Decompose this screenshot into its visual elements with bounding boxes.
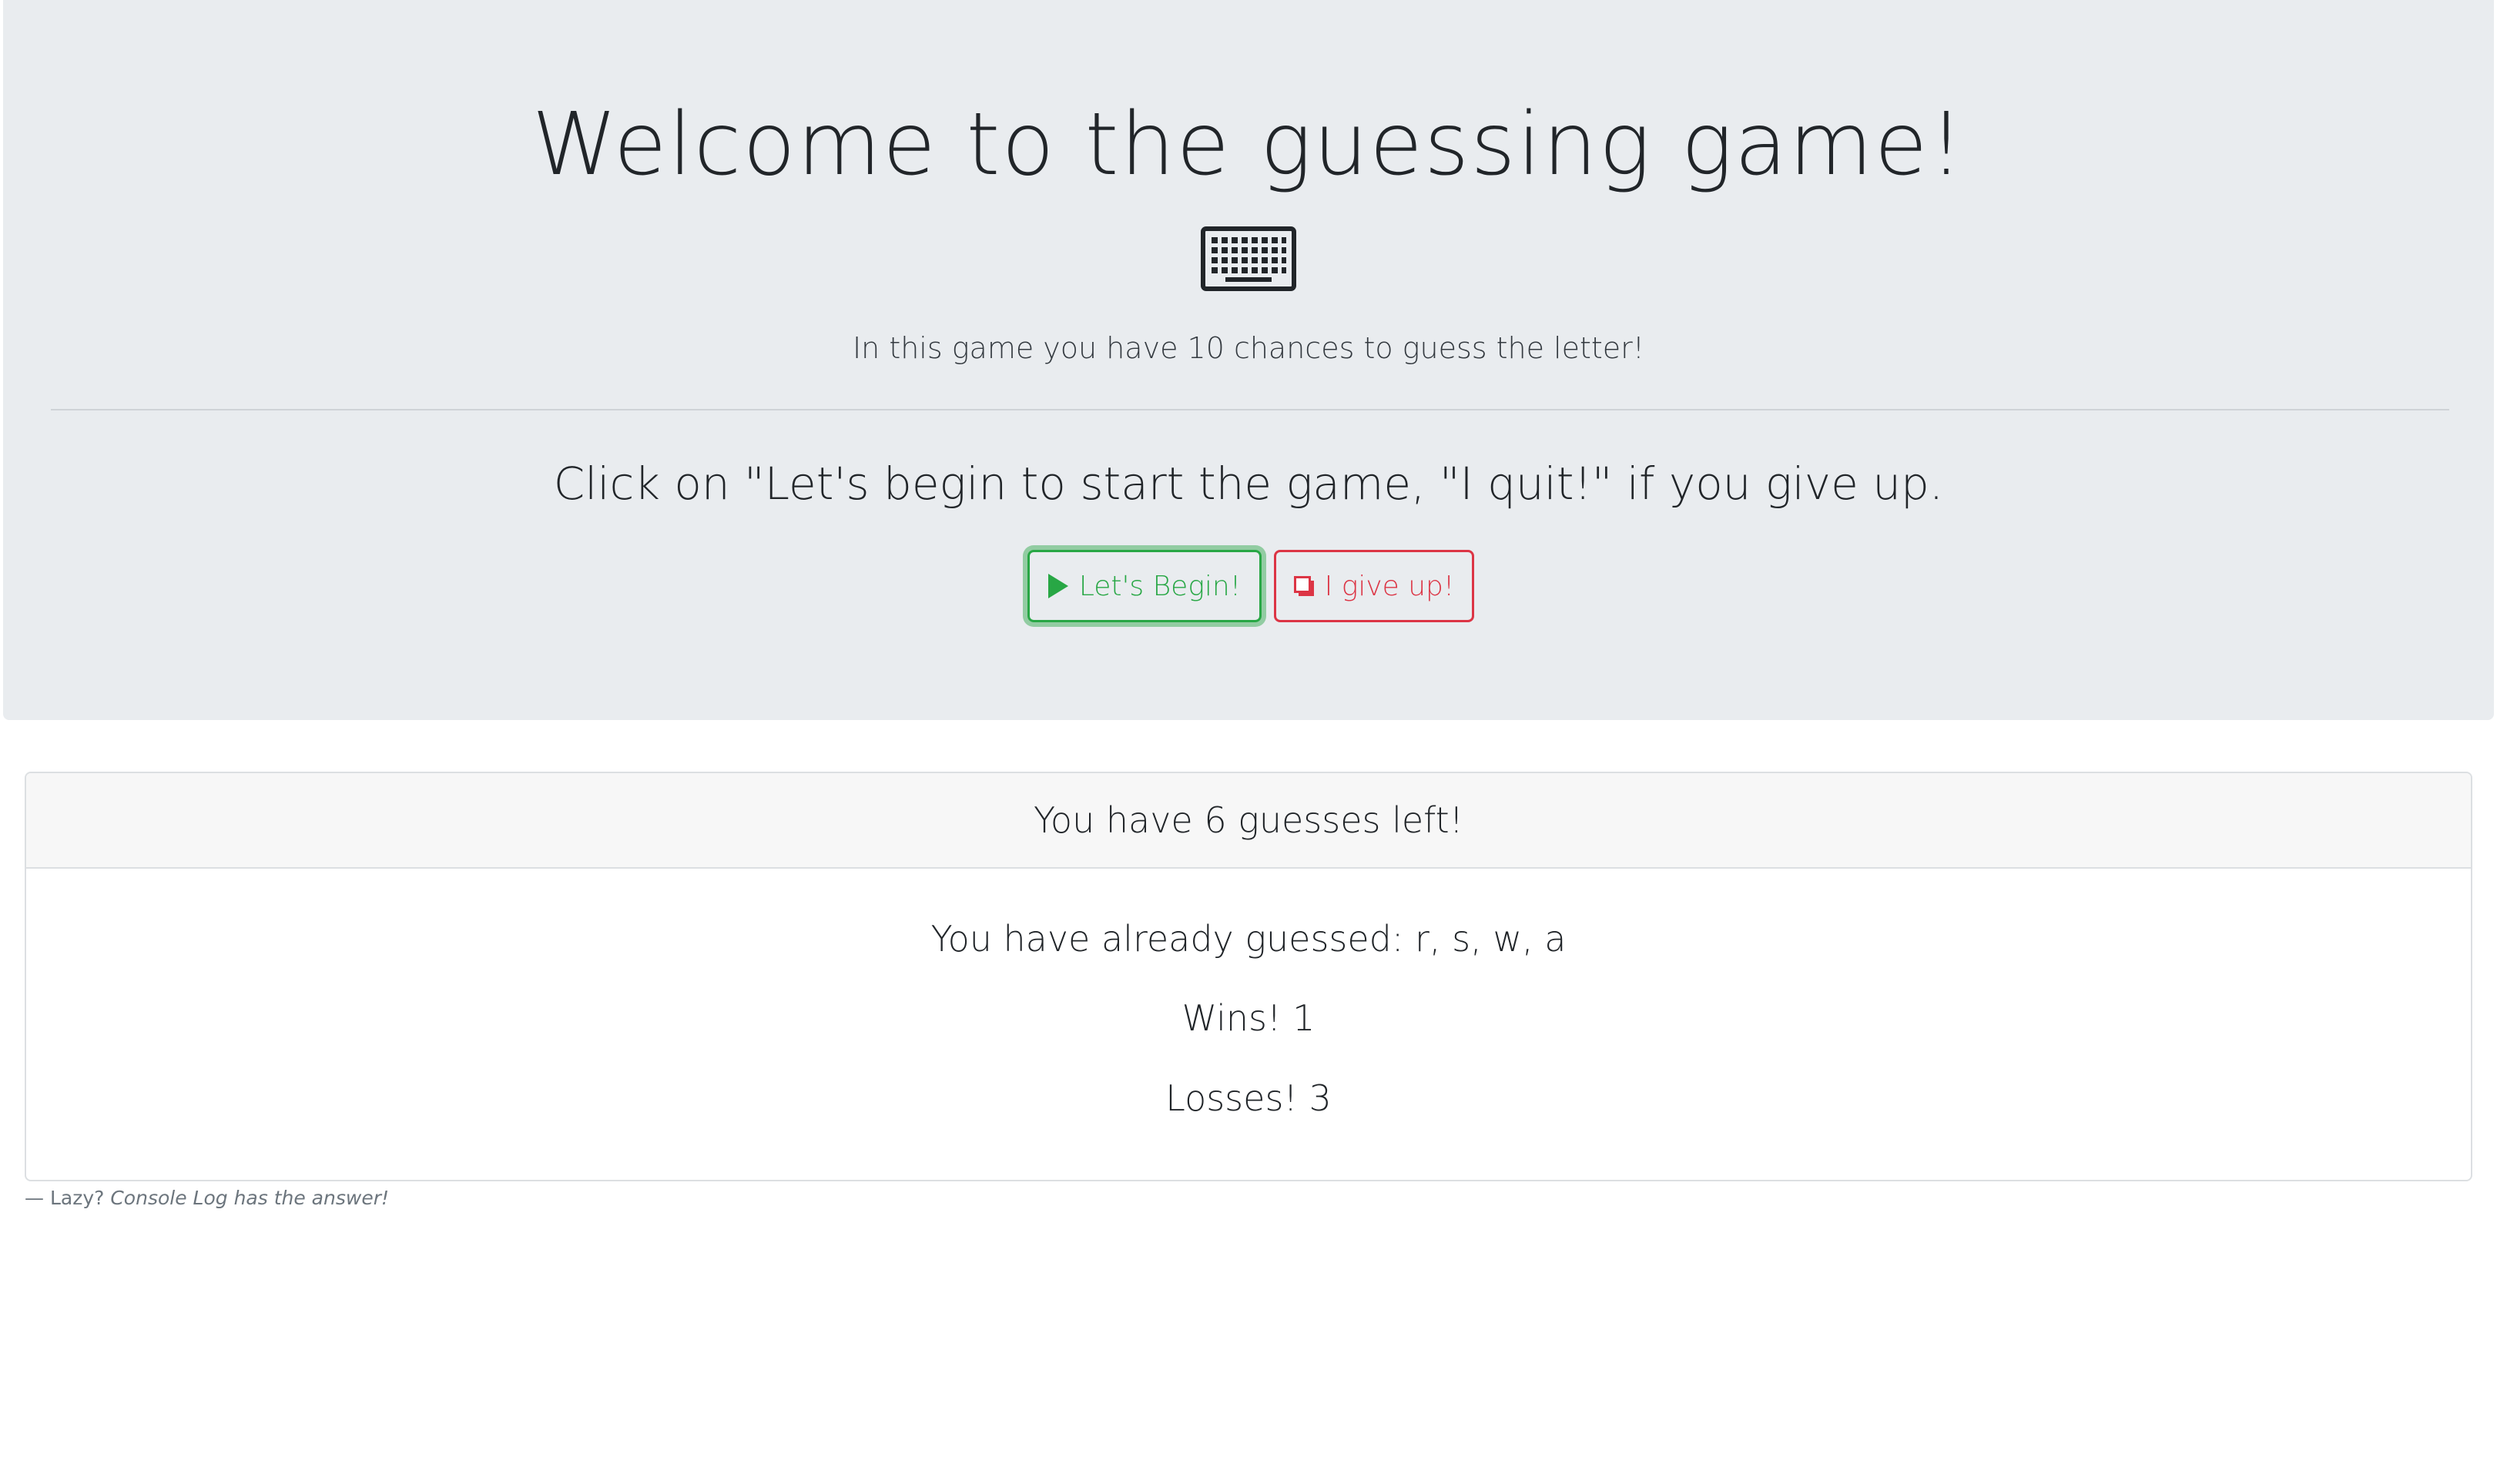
guesses-left-header: You have 6 guesses left!: [26, 773, 2471, 869]
keyboard-icon-container: [3, 226, 2494, 291]
page-title: Welcome to the guessing game!: [531, 95, 1966, 195]
play-icon: [1047, 574, 1068, 598]
game-status-card: You have 6 guesses left! You have alread…: [25, 772, 2472, 1181]
jumbotron: Welcome to the guessing game! In this ga…: [3, 0, 2494, 720]
wins-count: Wins! 1: [1181, 997, 1316, 1039]
footer-hint: — Lazy? Console Log has the answer!: [25, 1184, 389, 1212]
footer-prefix: — Lazy?: [25, 1187, 105, 1209]
give-up-button[interactable]: I give up!: [1274, 550, 1474, 622]
guessed-letters: You have already guessed: r, s, w, a: [930, 918, 1567, 960]
instruction-text: Click on "Let's begin to start the game,…: [553, 457, 1944, 510]
divider: [51, 409, 2449, 410]
give-up-label: I give up!: [1324, 570, 1455, 602]
lets-begin-label: Let's Begin!: [1078, 570, 1242, 602]
quit-icon: [1293, 576, 1314, 596]
game-description: In this game you have 10 chances to gues…: [852, 331, 1645, 365]
keyboard-icon: [1201, 226, 1296, 291]
lets-begin-button[interactable]: Let's Begin!: [1027, 550, 1262, 622]
losses-count: Losses! 3: [1165, 1077, 1332, 1119]
footer-cite: Console Log has the answer!: [110, 1187, 390, 1209]
